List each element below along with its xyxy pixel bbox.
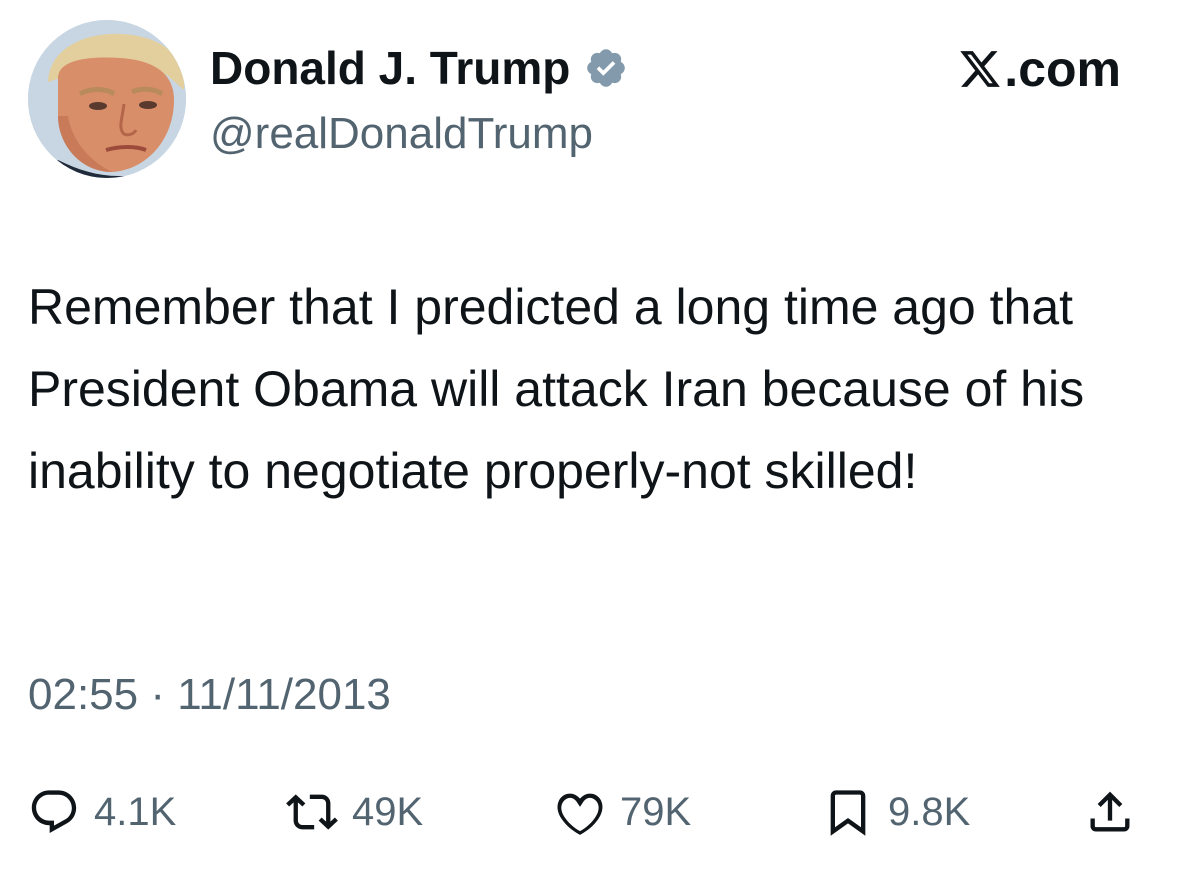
author-handle[interactable]: @realDonaldTrump bbox=[210, 104, 593, 164]
action-bar: 4.1K 49K 79K 9.8K bbox=[28, 780, 1148, 844]
repost-count: 49K bbox=[352, 789, 424, 834]
like-button[interactable]: 79K bbox=[554, 780, 691, 844]
avatar[interactable] bbox=[28, 20, 186, 178]
x-logo-icon bbox=[958, 47, 1002, 91]
author-name-text: Donald J. Trump bbox=[210, 42, 571, 94]
brand-text: .com bbox=[1004, 41, 1121, 97]
repost-icon bbox=[286, 786, 338, 838]
avatar-photo bbox=[28, 20, 186, 178]
bookmark-count: 9.8K bbox=[888, 789, 971, 834]
reply-count: 4.1K bbox=[94, 789, 177, 834]
brand-logo[interactable]: .com bbox=[958, 38, 1121, 100]
verified-badge-icon[interactable] bbox=[584, 46, 628, 90]
reply-button[interactable]: 4.1K bbox=[28, 780, 176, 844]
repost-button[interactable]: 49K bbox=[286, 780, 423, 844]
tweet-timestamp[interactable]: 02:55 · 11/11/2013 bbox=[28, 664, 391, 726]
bookmark-icon bbox=[822, 786, 874, 838]
like-icon bbox=[554, 786, 606, 838]
reply-icon bbox=[28, 786, 80, 838]
author-display-name[interactable]: Donald J. Trump bbox=[210, 38, 628, 98]
share-icon bbox=[1084, 786, 1136, 838]
tweet-text: Remember that I predicted a long time ag… bbox=[28, 279, 1085, 499]
bookmark-button[interactable]: 9.8K bbox=[822, 780, 970, 844]
share-button[interactable] bbox=[1084, 780, 1136, 844]
like-count: 79K bbox=[620, 789, 692, 834]
